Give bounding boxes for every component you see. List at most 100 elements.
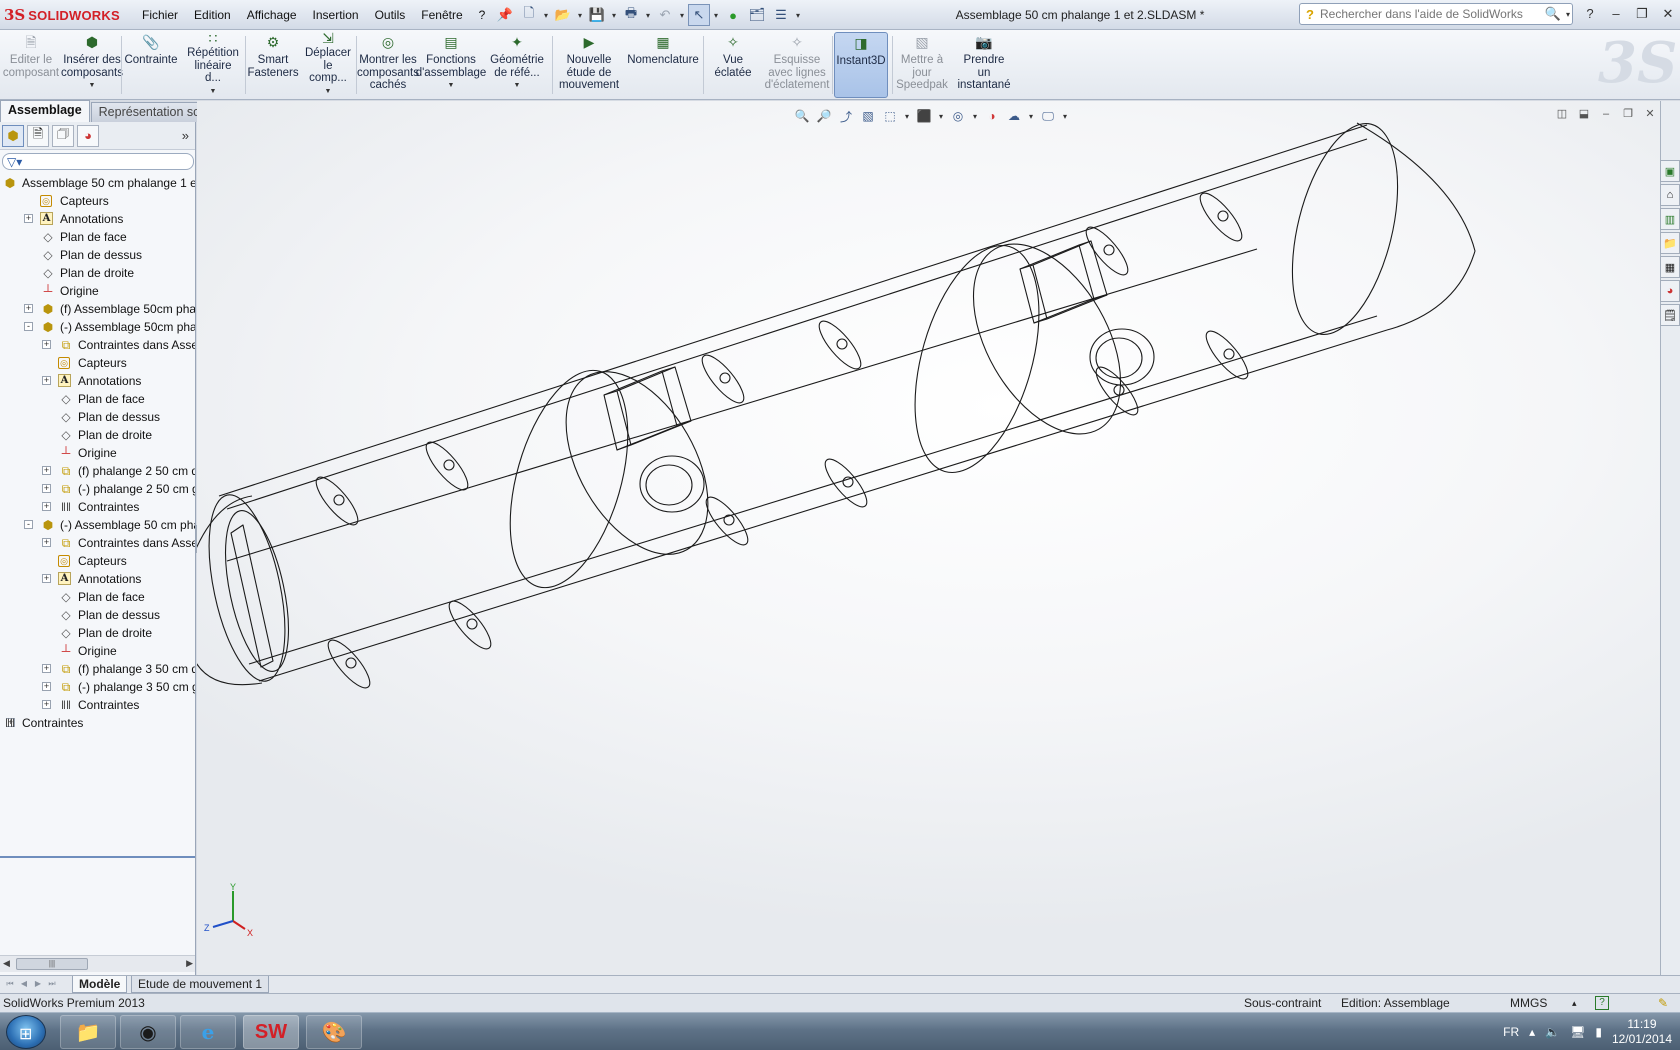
cmd-mate-paperclip-button[interactable]: 📎 Contrainte — [124, 32, 178, 98]
tree-item[interactable]: ┴ Origine — [0, 282, 195, 300]
split-view-icon[interactable]: ◫ — [1554, 107, 1570, 121]
cmd-speedpak-button[interactable]: ▧ Mettre à jour Speedpak — [894, 32, 950, 98]
home-icon[interactable]: ⌂ — [1660, 184, 1680, 206]
chevron-down-icon[interactable]: ▼ — [89, 80, 96, 93]
minimize-button[interactable]: – — [1604, 4, 1628, 24]
display-style-icon[interactable]: ⬛ — [915, 107, 933, 125]
help-search-input[interactable] — [1320, 7, 1542, 21]
expand-node-icon[interactable]: + — [42, 574, 51, 583]
collapse-node-icon[interactable]: - — [24, 322, 33, 331]
undo-icon[interactable]: ↶ — [654, 4, 676, 26]
tree-item[interactable]: + A Annotations — [0, 570, 195, 588]
tree-item[interactable]: + A Annotations — [0, 210, 195, 228]
chevron-down-icon[interactable]: ▾ — [678, 11, 686, 20]
quick-tips-icon[interactable]: ? — [1595, 996, 1609, 1010]
expand-node-icon[interactable]: + — [42, 484, 51, 493]
apply-scene-icon[interactable]: ☁ — [1005, 107, 1023, 125]
tree-item[interactable]: + ⧉ (f) phalange 2 50 cm droite — [0, 462, 195, 480]
chevron-down-icon[interactable]: ▼ — [210, 86, 217, 99]
tree-item[interactable]: -⬢ (-) Assemblage 50 cm phalange — [0, 516, 195, 534]
design-library-icon[interactable]: ▥ — [1660, 208, 1680, 230]
edit-appearance-icon[interactable]: ◑ — [983, 107, 1001, 125]
chevron-down-icon[interactable]: ▾ — [542, 11, 550, 20]
minimize-document-button[interactable]: – — [1598, 107, 1614, 121]
help-icon[interactable]: ? — [1578, 4, 1602, 24]
chevron-down-icon[interactable]: ▾ — [1061, 107, 1069, 125]
tree-item[interactable]: ◇ Plan de dessus — [0, 606, 195, 624]
tree-item[interactable]: ┴ Origine — [0, 642, 195, 660]
solidworks-logo[interactable]: 3S SOLIDWORKS — [4, 5, 124, 25]
first-tab-icon[interactable]: ⏮ — [4, 978, 16, 990]
chevron-down-icon[interactable]: ▾ — [712, 11, 720, 20]
restore-button[interactable]: ❐ — [1630, 4, 1654, 24]
menu-1[interactable]: Edition — [186, 6, 239, 24]
tree-item[interactable]: ◎ Capteurs — [0, 354, 195, 372]
tree-item[interactable]: ┴ Origine — [0, 444, 195, 462]
split-view-horizontal-icon[interactable]: ⬓ — [1576, 107, 1592, 121]
pin-icon[interactable]: 📌 — [494, 4, 516, 26]
rollback-bar[interactable] — [0, 856, 195, 858]
select-pointer-icon[interactable]: ↖ — [688, 4, 710, 26]
configuration-manager-icon[interactable]: 🗇 — [52, 124, 74, 147]
open-folder-icon[interactable]: 📂 — [552, 4, 574, 26]
assembly-wireframe-model[interactable] — [197, 101, 1660, 975]
tree-item[interactable]: + ⧉ (-) phalange 3 50 cm gauche — [0, 678, 195, 696]
section-view-icon[interactable]: ▧ — [859, 107, 877, 125]
tab-model[interactable]: Modèle — [72, 976, 128, 993]
zoom-to-area-icon[interactable]: 🔎 — [815, 107, 833, 125]
zoom-to-fit-icon[interactable]: 🔍 — [793, 107, 811, 125]
next-tab-icon[interactable]: ▶ — [32, 978, 44, 990]
explorer-taskbar-icon[interactable]: 📁 — [60, 1015, 116, 1049]
close-document-button[interactable]: ✕ — [1642, 107, 1658, 121]
graphics-area[interactable]: 🔍 🔎 ⤴ ▧ ⬚ ▾ ⬛ ▾ ◎ ▾ ◑ ☁ ▾ 🖵 ▾ ◫ ⬓ – ❐ ✕ Y X Z — [197, 101, 1660, 975]
expand-node-icon[interactable]: + — [42, 664, 51, 673]
chevron-down-icon[interactable]: ▾ — [1564, 10, 1572, 19]
chevron-down-icon[interactable]: ▼ — [325, 86, 332, 99]
tree-item[interactable]: ◇ Plan de face — [0, 588, 195, 606]
taskbar-clock[interactable]: 11:19 12/01/2014 — [1612, 1017, 1672, 1047]
tree-item[interactable]: ◇ Plan de face — [0, 390, 195, 408]
cmd-smart-fasteners-button[interactable]: ⚙ Smart Fasteners — [247, 32, 298, 98]
expand-node-icon[interactable]: + — [42, 538, 51, 547]
restore-document-button[interactable]: ❐ — [1620, 107, 1636, 121]
cmd-snapshot-button[interactable]: 📷 Prendre un instantané — [954, 32, 1014, 98]
hide-show-items-icon[interactable]: ◎ — [949, 107, 967, 125]
volume-icon[interactable]: 🔈 — [1545, 1025, 1560, 1039]
custom-properties-icon[interactable]: 🗒 — [1660, 304, 1680, 326]
previous-view-icon[interactable]: ⤴ — [837, 107, 855, 125]
chevron-down-icon[interactable]: ▼ — [448, 80, 455, 93]
power-icon[interactable]: ▮ — [1595, 1025, 1602, 1039]
chevron-down-icon[interactable]: ▾ — [794, 11, 802, 20]
chevron-down-icon[interactable]: ▾ — [971, 107, 979, 125]
previous-tab-icon[interactable]: ◀ — [18, 978, 30, 990]
network-icon[interactable]: 🖥 — [1570, 1025, 1585, 1039]
cmd-show-hidden-button[interactable]: ◎ Montrer les composants cachés — [357, 32, 419, 98]
expand-node-icon[interactable]: + — [42, 340, 51, 349]
view-orientation-icon[interactable]: ⬚ — [881, 107, 899, 125]
tree-item[interactable]: + ‖‖ Contraintes — [0, 696, 195, 714]
cmd-bom-button[interactable]: ▦ Nomenclature — [627, 32, 699, 98]
solidworks-resources-icon[interactable]: ▣ — [1660, 160, 1680, 182]
rebuild-status-icon[interactable]: ✎ — [1658, 994, 1668, 1012]
menu-3[interactable]: Insertion — [305, 6, 367, 24]
chevron-down-icon[interactable]: ▾ — [576, 11, 584, 20]
tree-item[interactable]: + ⧉ (f) phalange 3 50 cm droite — [0, 660, 195, 678]
cmd-exploded-view-button[interactable]: ✧ Vue éclatée — [706, 32, 760, 98]
tree-filter-input[interactable]: ▽▾ — [2, 153, 194, 170]
expand-node-icon[interactable]: + — [42, 700, 51, 709]
cmd-reference-geometry-button[interactable]: ✦ Géométrie de réfé... ▼ — [486, 32, 548, 98]
units-menu-icon[interactable]: ▴ — [1572, 994, 1577, 1012]
expand-panel-icon[interactable]: » — [182, 128, 189, 143]
file-properties-icon[interactable]: 🗂 — [746, 4, 768, 26]
help-search-box[interactable]: ? 🔍 ▾ — [1299, 3, 1573, 25]
solidworks-taskbar-icon[interactable]: SW — [243, 1015, 299, 1049]
chevron-down-icon[interactable]: ▾ — [903, 107, 911, 125]
status-units[interactable]: MMGS — [1510, 994, 1547, 1012]
internet-explorer-taskbar-icon[interactable]: e — [180, 1015, 236, 1049]
tree-item[interactable]: ⬢ Assemblage 50 cm phalange 1 et 2 — [0, 174, 195, 192]
cmd-linear-pattern-button[interactable]: ∷ Répétition linéaire d... ▼ — [184, 31, 242, 99]
tab-motion-study[interactable]: Etude de mouvement 1 — [131, 976, 270, 993]
scroll-right-icon[interactable]: ▶ — [186, 958, 193, 969]
view-palette-icon[interactable]: ▦ — [1660, 256, 1680, 278]
paint-taskbar-icon[interactable]: 🎨 — [306, 1015, 362, 1049]
